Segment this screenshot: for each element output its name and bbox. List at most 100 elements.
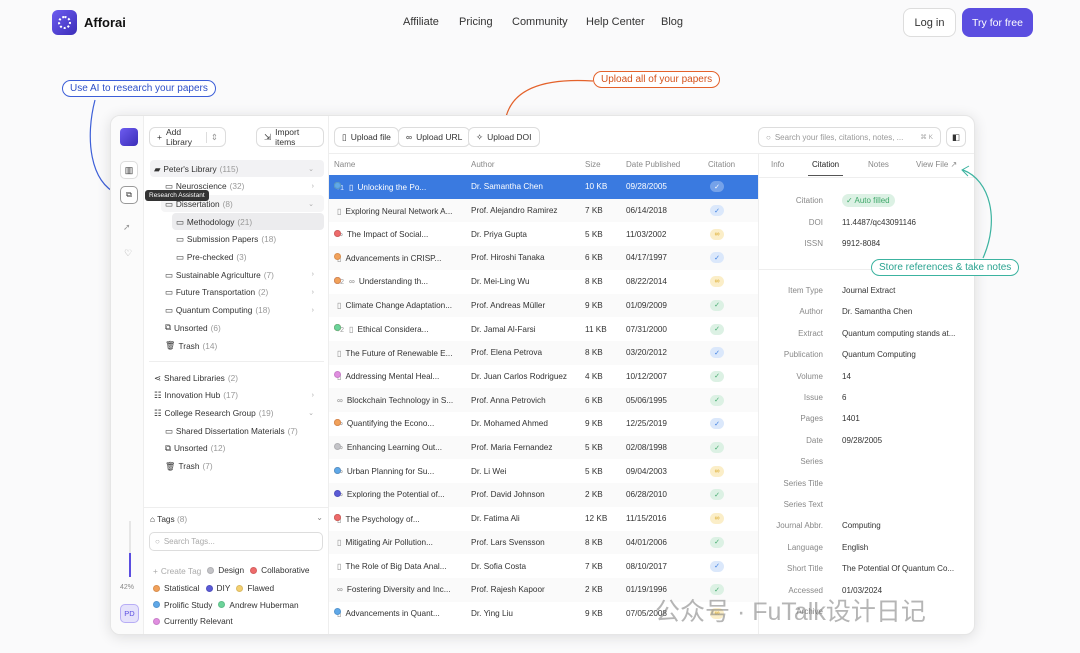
tree-item[interactable]: 🗑 Trash (14) [161,337,324,354]
table-row[interactable]: ∞Urban Planning for Su...Dr. Li Wei5 KB0… [329,459,758,483]
tree-item[interactable]: ☷ Innovation Hub (17) › [150,387,324,404]
tree-item[interactable]: ⧉ Unsorted (12) [161,440,324,457]
bulb-icon[interactable]: ♡ [124,248,132,259]
chevron-down-icon[interactable]: ⌄ [308,165,314,173]
citation-status-badge[interactable]: ✓ [710,370,724,382]
table-row[interactable]: +1 ▯ Unlocking the Po... Dr. Samantha Chen 1… [329,175,758,199]
field-value[interactable]: The Potential Of Quantum Co... [842,564,954,573]
research-assistant-icon[interactable]: ⧉ [120,186,138,204]
field-value[interactable]: English [842,543,868,552]
tag-chip[interactable]: Design [207,562,244,579]
citation-status-badge[interactable]: ✓ [710,181,724,193]
field-value[interactable]: Quantum Computing [842,350,916,359]
avatar[interactable]: PD [120,604,139,623]
chevron-right-icon[interactable]: › [312,392,314,399]
nav-affiliate[interactable]: Affiliate [403,16,439,28]
toggle-panel-button[interactable]: ◧ [946,127,966,147]
column-header[interactable]: Author [471,160,495,169]
tag-chip[interactable]: Flawed [236,580,274,597]
column-header[interactable]: Name [334,160,355,169]
chevron-right-icon[interactable]: › [312,289,314,296]
nav-pricing[interactable]: Pricing [459,16,493,28]
field-value[interactable]: 09/28/2005 [842,436,882,445]
rocket-icon[interactable]: ➚ [123,222,131,233]
collapse-tags-icon[interactable]: ⌄ [316,513,323,522]
table-row[interactable]: ▯ Mitigating Air Pollution... Prof. Lars S… [329,530,758,555]
citation-status-badge[interactable]: ✓ [710,418,724,430]
upload-url-button[interactable]: ∞ Upload URL [398,127,471,147]
tree-item[interactable]: ▭ Shared Dissertation Materials (7) [161,422,324,439]
citation-status-badge[interactable]: ✓ [710,323,724,335]
table-row[interactable]: ▯ Exploring Neural Network A... Prof. Alej… [329,198,758,223]
tree-item[interactable]: ⧉ Unsorted (6) [161,319,324,336]
field-value[interactable]: Journal Extract [842,286,895,295]
brand-logo[interactable] [52,10,77,35]
try-free-button[interactable]: Try for free [962,8,1033,37]
field-value[interactable]: Quantum computing stands at... [842,329,955,338]
tree-item[interactable]: ▭ Quantum Computing (18) › [161,302,324,319]
citation-status-badge[interactable]: ∞ [710,465,724,477]
citation-status-badge[interactable]: ✓ [710,252,724,264]
chevron-right-icon[interactable]: › [312,307,314,314]
column-header[interactable]: Size [585,160,601,169]
table-row[interactable]: +2 ▯ Ethical Considera... Dr. Jamal Al-Fars… [329,317,758,341]
chevron-right-icon[interactable]: › [312,271,314,278]
tag-search-field[interactable]: ○ Search Tags... [149,532,323,551]
tags-header[interactable]: ⌂ Tags (8) [150,514,187,524]
citation-status-badge[interactable]: ✓ [710,489,724,501]
citation-status-badge[interactable]: ✓ [710,442,724,454]
tag-chip[interactable]: Statistical [153,580,200,597]
app-logo[interactable] [120,128,138,146]
field-value[interactable]: Computing [842,521,881,530]
tab-info[interactable]: Info [771,160,784,169]
tab-citation[interactable]: Citation [808,160,844,176]
field-value[interactable]: 14 [842,372,851,381]
table-row[interactable]: ▯Advancements in CRISP... Prof. Hiroshi T… [329,246,758,270]
login-button[interactable]: Log in [903,8,956,37]
tag-chip[interactable]: Prolific Study [153,597,212,614]
tree-item[interactable]: ▭ Submission Papers (18) [172,231,324,248]
nav-blog[interactable]: Blog [661,16,683,28]
search-input[interactable]: ○ Search your files, citations, notes, ..… [758,127,941,147]
table-row[interactable]: ∞The Impact of Social...Dr. Priya Gupta5… [329,222,758,246]
column-header[interactable]: Date Published [626,160,680,169]
citation-status-badge[interactable]: ∞ [710,276,724,288]
tree-item[interactable]: ▭ Methodology (21) [172,213,324,231]
tree-item[interactable]: ▭ Pre-checked (3) [172,249,324,266]
chevron-down-icon[interactable]: ⌄ [308,200,314,208]
citation-status-badge[interactable]: ✓ [710,347,724,359]
table-row[interactable]: ∞Enhancing Learning Out... Prof. Maria Fe… [329,435,758,460]
table-row[interactable]: ∞Quantifying the Econo... Dr. Mohamed Ahm… [329,412,758,436]
tag-chip[interactable]: Currently Relevant [153,613,233,630]
citation-status-badge[interactable]: ∞ [710,513,724,525]
citation-status-badge[interactable]: ✓ [710,560,724,572]
table-row[interactable]: ∞Exploring the Potential of... Prof. Davi… [329,483,758,507]
citation-status-badge[interactable]: ∞ [710,228,724,240]
tree-item[interactable]: 🗑 Trash (7) [161,458,324,475]
tree-item[interactable]: ☷ College Research Group (19) ⌄ [150,404,324,421]
table-row[interactable]: +2∞Understanding th... Dr. Mei-Ling Wu 8 K… [329,270,758,294]
tree-item[interactable]: ▭ Sustainable Agriculture (7) › [161,266,324,283]
column-header[interactable]: Citation [708,160,735,169]
nav-community[interactable]: Community [512,16,568,28]
citation-status-badge[interactable]: ✓ [710,205,724,217]
tag-chip[interactable]: Collaborative [250,562,310,579]
chevron-down-icon[interactable]: ⌄ [308,409,314,417]
table-row[interactable]: ▯Addressing Mental Heal... Dr. Juan Carlo… [329,365,758,389]
nav-help-center[interactable]: Help Center [586,16,645,28]
library-icon[interactable]: ▥ [120,161,138,179]
citation-status-badge[interactable]: ✓ [710,394,724,406]
tab-notes[interactable]: Notes [868,160,889,169]
field-value[interactable]: Dr. Samantha Chen [842,307,912,316]
chevron-right-icon[interactable]: › [312,183,314,190]
table-row[interactable]: ▯ The Role of Big Data Anal... Dr. Sofia C… [329,554,758,578]
table-row[interactable]: ∞ Blockchain Technology in S... Prof. Anna… [329,388,758,412]
upload-file-button[interactable]: ▯ Upload file [334,127,399,147]
tree-item[interactable]: ⋖ Shared Libraries (2) [150,369,324,386]
table-row[interactable]: ▯The Psychology of... Dr. Fatima Ali 12 KB… [329,507,758,531]
tree-item[interactable]: ▭ Future Transportation (2) › [161,284,324,301]
tag-chip[interactable]: Andrew Huberman [218,597,299,614]
citation-status-badge[interactable]: ✓ [710,536,724,548]
create-tag-button[interactable]: + Create Tag [153,563,201,580]
table-row[interactable]: ▯ Climate Change Adaptation... Prof. Andre… [329,293,758,318]
